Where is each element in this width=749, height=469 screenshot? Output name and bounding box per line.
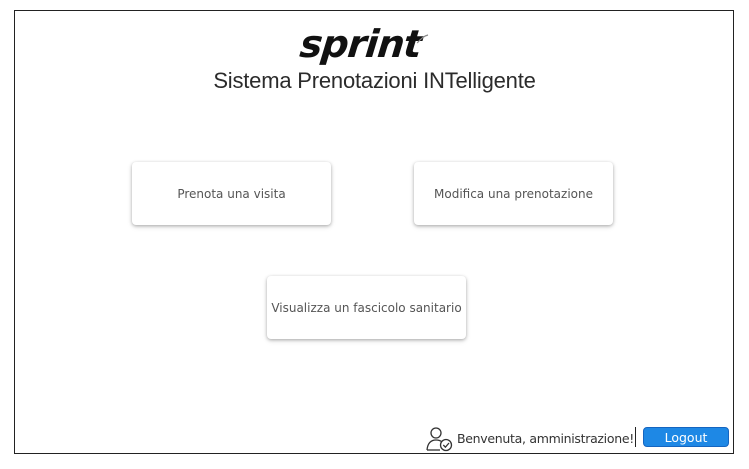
- footer-divider: [635, 427, 636, 447]
- user-check-icon: [426, 427, 453, 452]
- user-info: Benvenuta, amministrazione!: [425, 424, 634, 452]
- logout-label: Logout: [664, 429, 708, 445]
- modify-booking-label: Modifica una prenotazione: [434, 186, 593, 201]
- view-health-record-label: Visualizza un fascicolo sanitario: [271, 300, 462, 315]
- welcome-message: Benvenuta, amministrazione!: [457, 430, 634, 446]
- book-visit-label: Prenota una visita: [177, 186, 286, 201]
- book-visit-button[interactable]: Prenota una visita: [132, 162, 331, 225]
- logout-button[interactable]: Logout: [643, 427, 729, 447]
- logo-swoosh-icon: [416, 34, 429, 44]
- app-title: Sistema Prenotazioni INTelligente: [213, 68, 536, 93]
- modify-booking-button[interactable]: Modifica una prenotazione: [414, 162, 613, 225]
- view-health-record-button[interactable]: Visualizza un fascicolo sanitario: [267, 276, 466, 339]
- sprint-logo: sprint: [297, 22, 432, 66]
- logo-text: sprint: [297, 22, 424, 66]
